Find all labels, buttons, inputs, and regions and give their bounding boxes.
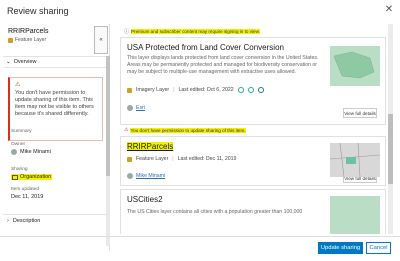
card-meta: Feature Layer | Last edited: Dec 11, 201… xyxy=(127,156,236,162)
card-last-edited: Last edited: Oct 6, 2022 xyxy=(178,87,234,93)
owner-name: Mike Minami xyxy=(20,149,51,155)
description-section-toggle[interactable]: › Description xyxy=(3,214,106,226)
item-card: RRIRParcels Feature Layer | Last edited:… xyxy=(120,136,386,186)
item-updated-label: Item updated xyxy=(11,187,40,192)
owner-value: Mike Minami xyxy=(11,149,51,155)
overview-label: Overview xyxy=(13,59,37,65)
warning-text: You don't have permission to update shar… xyxy=(15,90,94,117)
chevron-down-icon: ⌄ xyxy=(6,59,11,65)
map-thumbnail-graphic xyxy=(330,143,380,177)
update-sharing-button[interactable]: Update sharing xyxy=(318,242,363,254)
description-label: Description xyxy=(12,217,41,224)
item-type: Feature Layer xyxy=(8,37,48,43)
sharing-value: Organization xyxy=(11,174,53,180)
right-scrollbar[interactable] xyxy=(388,24,393,234)
review-sharing-dialog: Review sharing ✕ RRIRParcels Feature Lay… xyxy=(0,0,400,261)
collapse-icon: « xyxy=(99,37,103,43)
card-description: The US Cities layer contains all cities … xyxy=(127,209,303,215)
organization-icon xyxy=(12,174,18,180)
item-card: USA Protected from Land Cover Conversion… xyxy=(120,37,386,125)
collapse-panel-button[interactable]: « xyxy=(94,26,108,54)
separator: | xyxy=(173,87,175,93)
card-owner-name[interactable]: Mike Minami xyxy=(136,173,165,179)
view-full-details-button[interactable]: View full details xyxy=(343,108,377,118)
card-thumbnail xyxy=(330,196,380,234)
avatar xyxy=(11,149,17,155)
avatar xyxy=(127,173,133,179)
separator: | xyxy=(172,156,174,162)
summary-label: Summary xyxy=(11,129,32,134)
feature-layer-icon xyxy=(8,37,13,43)
right-scrollbar-thumb[interactable] xyxy=(388,114,393,184)
card-owner[interactable]: Mike Minami xyxy=(127,173,165,179)
premium-banner-text: Premium and subscriber content may requi… xyxy=(131,29,260,34)
feature-layer-icon xyxy=(127,156,132,162)
cancel-button[interactable]: Cancel xyxy=(366,242,391,254)
dialog-title: Review sharing xyxy=(7,6,69,16)
item-details-panel: RRIRParcels Feature Layer « ⌄ Overview ⚠… xyxy=(3,24,110,251)
card-type: Feature Layer xyxy=(136,156,169,162)
avatar xyxy=(127,105,133,111)
premium-content-banner: ⓘ Premium and subscriber content may req… xyxy=(124,28,260,35)
subscriber-badge-icon xyxy=(257,87,264,93)
chevron-right-icon: › xyxy=(7,217,9,224)
footer-divider xyxy=(0,236,400,237)
items-list-panel: ⓘ Premium and subscriber content may req… xyxy=(114,24,394,234)
no-permission-text: You don't have permission to update shar… xyxy=(130,127,246,133)
card-last-edited: Last edited: Dec 11, 2019 xyxy=(177,156,237,162)
card-thumbnail xyxy=(330,46,380,86)
card-owner-name[interactable]: Esri xyxy=(136,105,145,111)
card-thumbnail xyxy=(330,143,380,177)
left-scrollbar[interactable] xyxy=(106,56,110,246)
warning-icon: ⚠ xyxy=(124,127,129,133)
card-title[interactable]: USCities2 xyxy=(127,195,163,204)
card-title[interactable]: RRIRParcels xyxy=(127,142,174,151)
card-title[interactable]: USA Protected from Land Cover Conversion xyxy=(127,43,284,52)
sharing-highlight: Organization xyxy=(11,174,53,180)
no-permission-banner: ⚠ You don't have permission to update sh… xyxy=(124,127,246,133)
authoritative-badge-icon xyxy=(237,87,244,93)
overview-section-toggle[interactable]: ⌄ Overview xyxy=(3,56,106,68)
sharing-level: Organization xyxy=(20,174,52,180)
card-description: This layer displays lands protected from… xyxy=(127,55,319,75)
item-updated-value: Dec 11, 2019 xyxy=(11,194,44,200)
warning-icon: ⚠ xyxy=(15,82,21,88)
card-owner[interactable]: Esri xyxy=(127,105,145,111)
item-name: RRIRParcels xyxy=(8,28,49,35)
card-type: Imagery Layer xyxy=(136,87,170,93)
card-meta: Imagery Layer | Last edited: Oct 6, 2022 xyxy=(127,87,264,93)
owner-label: Owner xyxy=(11,142,26,147)
left-scrollbar-thumb[interactable] xyxy=(106,56,110,176)
item-card: USCities2 The US Cities layer contains a… xyxy=(120,189,386,234)
living-atlas-badge-icon xyxy=(247,87,254,93)
imagery-layer-icon xyxy=(127,87,132,93)
close-icon[interactable]: ✕ xyxy=(384,5,394,15)
info-icon: ⓘ xyxy=(124,29,130,35)
item-type-label: Feature Layer xyxy=(15,37,47,43)
map-thumbnail-graphic xyxy=(333,51,375,79)
item-header: RRIRParcels Feature Layer xyxy=(8,28,48,43)
sharing-label: Sharing xyxy=(11,167,28,172)
